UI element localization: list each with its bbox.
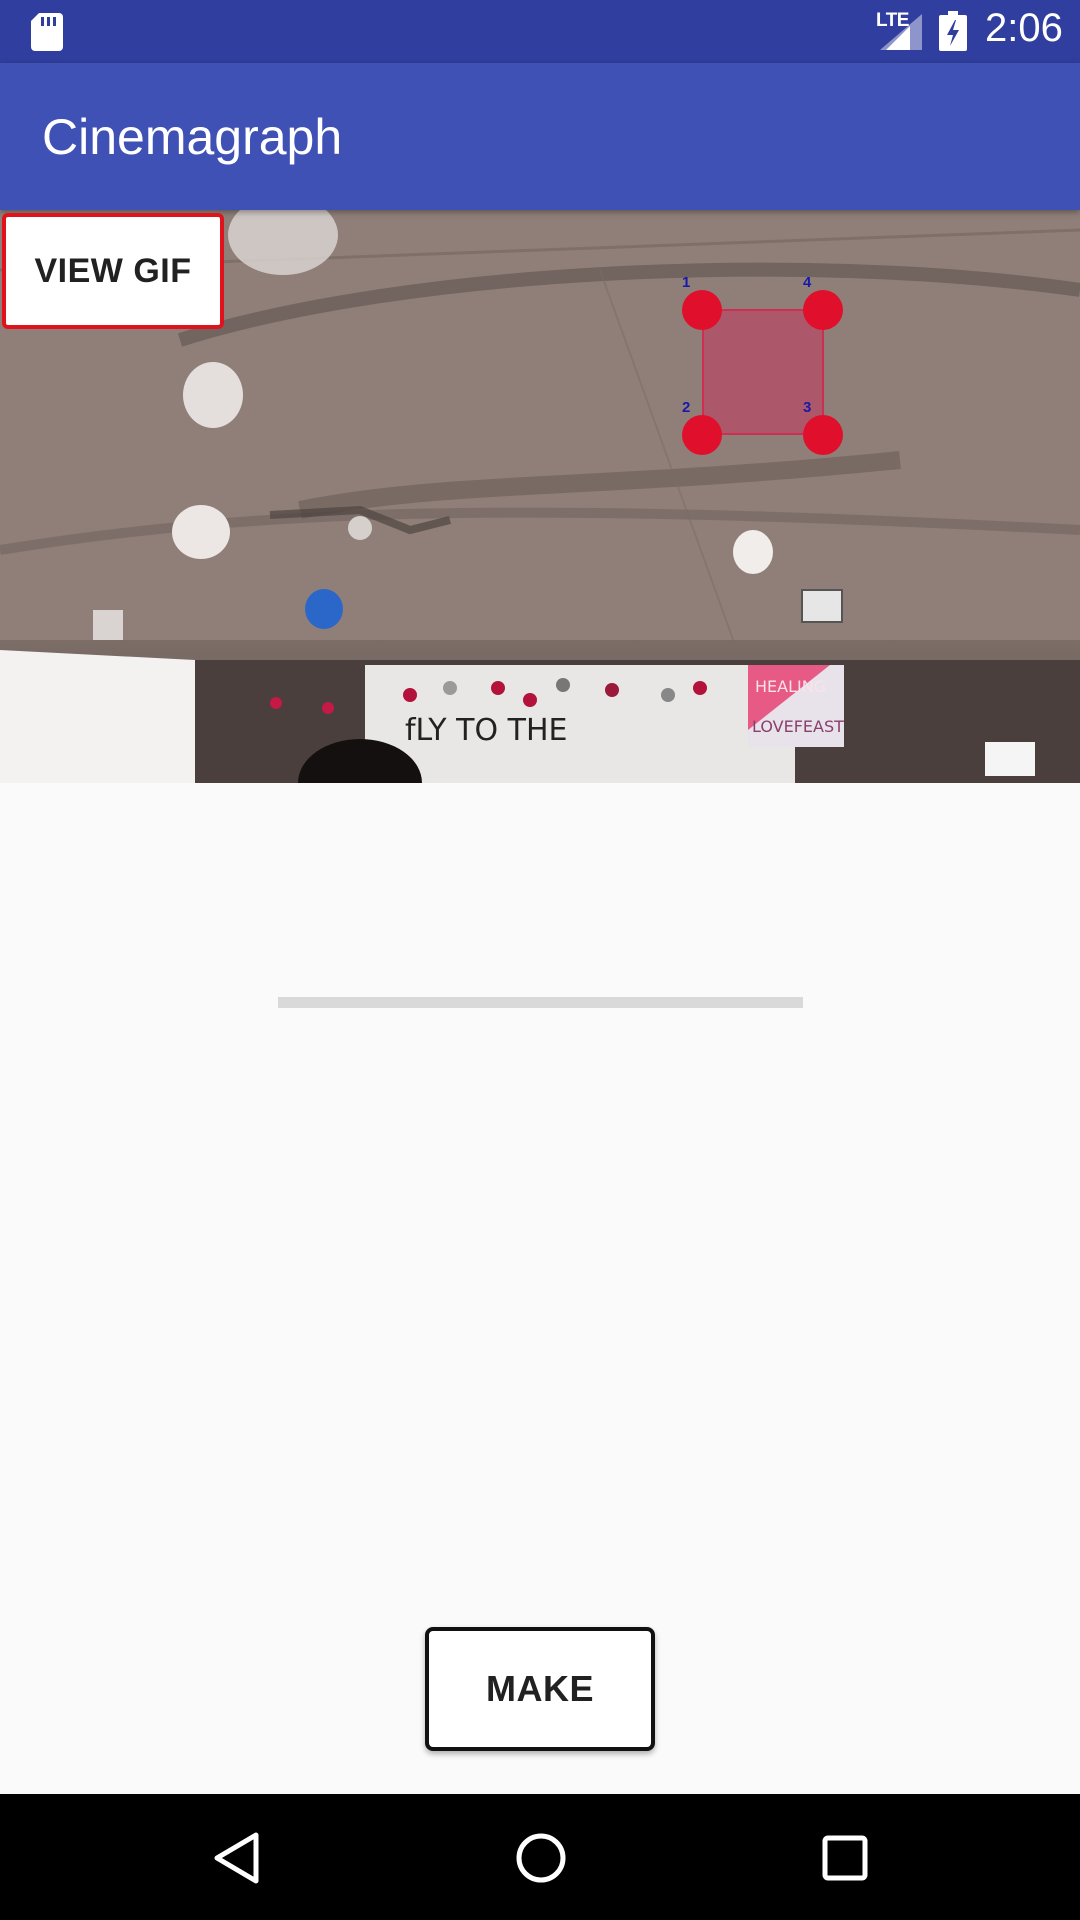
status-clock: 2:06 xyxy=(985,6,1063,50)
recents-icon[interactable] xyxy=(818,1830,872,1886)
home-icon[interactable] xyxy=(514,1830,568,1886)
navigation-bar xyxy=(0,1794,1080,1920)
sign-text-healing: HEALING xyxy=(755,677,826,696)
selection-handle-1[interactable] xyxy=(682,290,722,330)
selection-handle-2[interactable] xyxy=(682,415,722,455)
signal-icon xyxy=(880,14,922,50)
sd-card-icon xyxy=(31,13,63,51)
app-title: Cinemagraph xyxy=(42,109,343,165)
handle-label-1: 1 xyxy=(682,274,691,291)
handle-label-4: 4 xyxy=(803,274,812,291)
make-button[interactable]: MAKE xyxy=(425,1627,655,1751)
app-bar: Cinemagraph xyxy=(0,63,1080,210)
selection-handle-4[interactable] xyxy=(803,290,843,330)
battery-charging-icon xyxy=(939,11,967,51)
banner-text: fLY TO THE xyxy=(405,713,567,748)
status-bar: LTE 2:06 xyxy=(0,0,1080,63)
handle-label-3: 3 xyxy=(803,399,812,416)
back-icon[interactable] xyxy=(210,1830,264,1886)
handle-label-2: 2 xyxy=(682,399,691,416)
progress-bar xyxy=(278,997,803,1008)
view-gif-button[interactable]: VIEW GIF xyxy=(2,213,224,329)
selection-region[interactable] xyxy=(702,309,824,435)
sign-text-lovefeast: LOVEFEAST xyxy=(752,717,844,736)
selection-handle-3[interactable] xyxy=(803,415,843,455)
